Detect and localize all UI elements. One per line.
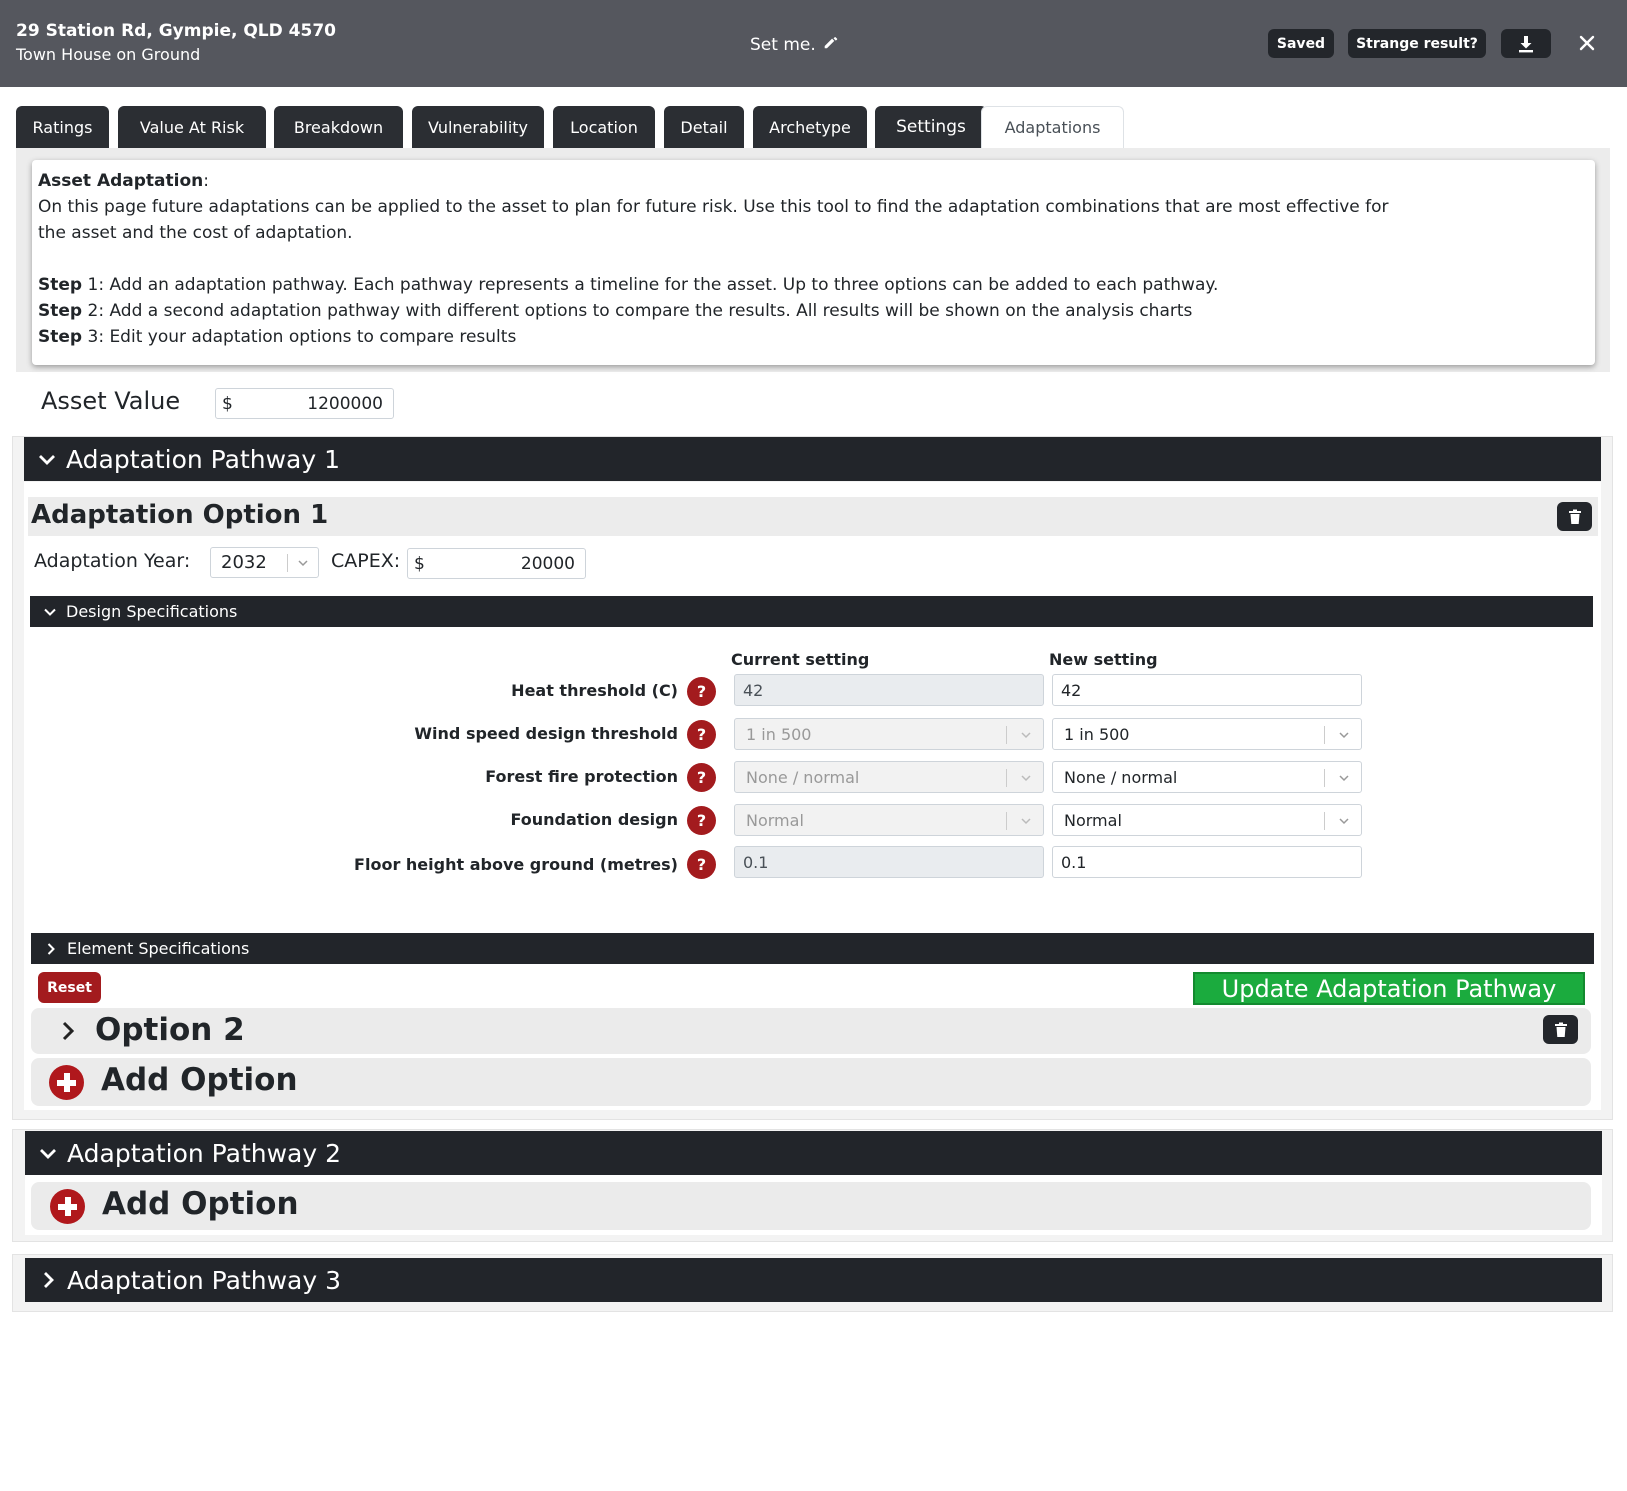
heat-threshold-label: Heat threshold (C) xyxy=(511,681,678,700)
currency-symbol: $ xyxy=(414,553,425,574)
forest-fire-label: Forest fire protection xyxy=(485,767,678,786)
pathway-2-add-option[interactable]: Add Option xyxy=(31,1182,1591,1230)
close-icon[interactable] xyxy=(1574,30,1600,56)
trash-icon xyxy=(1554,1022,1567,1037)
pathway-3-title: Adaptation Pathway 3 xyxy=(67,1265,342,1295)
chevron-down-icon xyxy=(1021,818,1031,825)
tab-location[interactable]: Location xyxy=(553,106,655,148)
info-step-1: Step 1: Add an adaptation pathway. Each … xyxy=(38,275,1219,295)
top-bar: 29 Station Rd, Gympie, QLD 4570 Town Hou… xyxy=(0,0,1627,87)
tab-vulnerability[interactable]: Vulnerability xyxy=(412,106,544,148)
foundation-design-label: Foundation design xyxy=(510,810,678,829)
chevron-right-icon xyxy=(62,1021,75,1041)
asset-address: 29 Station Rd, Gympie, QLD 4570 xyxy=(16,21,336,41)
delete-option-1-button[interactable] xyxy=(1557,502,1592,531)
chevron-down-icon xyxy=(40,1149,56,1159)
heat-threshold-new-input[interactable]: 42 xyxy=(1052,674,1362,706)
option-1-title: Adaptation Option 1 xyxy=(31,500,329,530)
asset-name-edit[interactable]: Set me. xyxy=(750,33,840,55)
asset-value-input[interactable]: $ 1200000 xyxy=(215,388,394,419)
wind-speed-new-select[interactable]: 1 in 500 xyxy=(1052,718,1362,750)
forest-fire-current-select: None / normal xyxy=(734,761,1044,793)
info-intro-line-1: On this page future adaptations can be a… xyxy=(38,197,1389,217)
tab-breakdown[interactable]: Breakdown xyxy=(274,106,403,148)
design-specifications-title: Design Specifications xyxy=(66,602,238,621)
heat-threshold-current: 42 xyxy=(734,674,1044,706)
pencil-icon xyxy=(824,37,838,49)
chevron-down-icon xyxy=(1339,732,1349,739)
download-icon xyxy=(1519,35,1533,52)
saved-button[interactable]: Saved xyxy=(1268,29,1334,58)
chevron-down-icon xyxy=(1021,775,1031,782)
pathway-2-title: Adaptation Pathway 2 xyxy=(67,1138,342,1168)
chevron-down-icon xyxy=(298,560,308,567)
option-2-title: Option 2 xyxy=(95,1012,245,1048)
adaptation-year-select[interactable]: 2032 xyxy=(210,547,319,578)
help-icon[interactable]: ? xyxy=(687,806,716,835)
floor-height-current: 0.1 xyxy=(734,846,1044,878)
info-intro-line-2: the asset and the cost of adaptation. xyxy=(38,223,353,243)
pathway-2-header[interactable]: Adaptation Pathway 2 xyxy=(25,1131,1602,1175)
chevron-down-icon xyxy=(1339,775,1349,782)
info-step-3: Step 3: Edit your adaptation options to … xyxy=(38,327,517,347)
update-pathway-button[interactable]: Update Adaptation Pathway xyxy=(1193,972,1585,1005)
chevron-down-icon xyxy=(1021,732,1031,739)
info-panel: Asset Adaptation: On this page future ad… xyxy=(32,160,1595,365)
element-specifications-header[interactable]: Element Specifications xyxy=(31,933,1594,964)
pathway-3-header[interactable]: Adaptation Pathway 3 xyxy=(25,1258,1602,1302)
design-specifications-header[interactable]: Design Specifications xyxy=(30,596,1593,627)
foundation-design-new-select[interactable]: Normal xyxy=(1052,804,1362,836)
chevron-down-icon xyxy=(39,455,55,465)
new-setting-header: New setting xyxy=(1049,650,1158,669)
wind-speed-label: Wind speed design threshold xyxy=(414,724,678,743)
element-specifications-title: Element Specifications xyxy=(67,939,250,958)
help-icon[interactable]: ? xyxy=(687,677,716,706)
current-setting-header: Current setting xyxy=(731,650,870,669)
foundation-design-current-select: Normal xyxy=(734,804,1044,836)
forest-fire-new-select[interactable]: None / normal xyxy=(1052,761,1362,793)
floor-height-label: Floor height above ground (metres) xyxy=(354,855,678,874)
pathway-1-title: Adaptation Pathway 1 xyxy=(66,444,341,474)
pathway-1-header[interactable]: Adaptation Pathway 1 xyxy=(24,437,1601,481)
asset-value-label: Asset Value xyxy=(41,387,181,415)
help-icon[interactable]: ? xyxy=(687,763,716,792)
adaptation-year-label: Adaptation Year: xyxy=(34,550,191,572)
plus-icon xyxy=(49,1065,84,1100)
capex-label: CAPEX: xyxy=(331,550,401,572)
capex-amount: 20000 xyxy=(520,553,575,574)
chevron-right-icon xyxy=(44,1272,54,1288)
tab-settings[interactable]: Settings xyxy=(875,106,987,148)
info-title: Asset Adaptation xyxy=(38,171,204,191)
wind-speed-current-select: 1 in 500 xyxy=(734,718,1044,750)
tab-value-at-risk[interactable]: Value At Risk xyxy=(118,106,266,148)
capex-input[interactable]: $ 20000 xyxy=(407,548,586,579)
download-button[interactable] xyxy=(1501,29,1551,58)
chevron-down-icon xyxy=(1339,818,1349,825)
floor-height-new-input[interactable]: 0.1 xyxy=(1052,846,1362,878)
option-2-row[interactable]: Option 2 xyxy=(31,1008,1591,1054)
adaptation-year-value: 2032 xyxy=(221,552,267,573)
help-icon[interactable]: ? xyxy=(687,850,716,879)
tab-detail[interactable]: Detail xyxy=(664,106,744,148)
pathway-1-add-option[interactable]: Add Option xyxy=(31,1058,1591,1106)
trash-icon xyxy=(1568,509,1581,524)
tab-adaptations[interactable]: Adaptations xyxy=(981,106,1124,148)
chevron-down-icon xyxy=(44,608,56,616)
plus-icon xyxy=(50,1189,85,1224)
chevron-right-icon xyxy=(47,942,55,955)
delete-option-2-button[interactable] xyxy=(1543,1015,1578,1044)
reset-button[interactable]: Reset xyxy=(38,972,101,1003)
asset-value-amount: 1200000 xyxy=(307,393,383,414)
strange-result-button[interactable]: Strange result? xyxy=(1348,29,1486,58)
tab-ratings[interactable]: Ratings xyxy=(16,106,109,148)
tab-archetype[interactable]: Archetype xyxy=(753,106,867,148)
info-step-2: Step 2: Add a second adaptation pathway … xyxy=(38,301,1193,321)
asset-type: Town House on Ground xyxy=(16,45,201,64)
currency-symbol: $ xyxy=(222,393,233,414)
asset-name-label: Set me. xyxy=(750,35,816,55)
help-icon[interactable]: ? xyxy=(687,720,716,749)
add-option-label: Add Option xyxy=(102,1186,299,1222)
add-option-label: Add Option xyxy=(101,1062,298,1098)
